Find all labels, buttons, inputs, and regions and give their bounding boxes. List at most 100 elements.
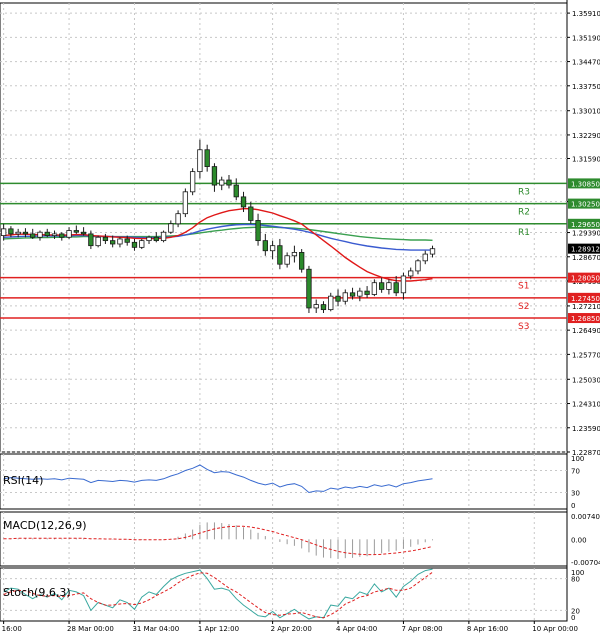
time-tick-label: 8 Apr 16:00	[467, 625, 508, 633]
candle-body	[15, 231, 21, 235]
candle-body	[44, 231, 50, 236]
candle-body	[415, 260, 421, 272]
candle-body	[364, 290, 370, 295]
level-price-label: 1.29650	[571, 221, 600, 229]
price-tick-label: 1.25030	[572, 376, 600, 384]
candle-body	[306, 268, 312, 309]
candle-body	[30, 233, 36, 238]
time-tick-label: 2 Apr 20:00	[271, 625, 312, 633]
macd-tick-label: -0.007045	[571, 559, 600, 567]
price-tick-label: 1.34470	[572, 59, 600, 67]
stoch-panel-frame	[0, 567, 568, 622]
level-price-label: 1.28050	[571, 275, 600, 283]
candle-body	[189, 171, 196, 193]
candle-body	[240, 196, 247, 208]
candle-body	[219, 179, 225, 186]
price-tick-label: 1.26490	[572, 327, 600, 335]
candle-body	[284, 255, 290, 265]
rsi-panel-frame	[0, 453, 568, 510]
candle-body	[342, 292, 348, 302]
candle-body	[22, 231, 29, 235]
rsi-tick-label: 70	[571, 468, 580, 476]
candle-body	[371, 282, 378, 295]
candle-body	[335, 295, 341, 302]
candle-body	[269, 245, 276, 252]
candle-body	[313, 304, 319, 309]
price-tick-label: 1.32290	[572, 132, 600, 140]
time-tick-label: 7 Apr 08:00	[401, 625, 442, 633]
candle-body	[291, 252, 298, 257]
level-name-s1: S1	[518, 282, 529, 292]
candle-body	[0, 228, 7, 236]
price-tick-label: 1.35910	[572, 10, 600, 18]
candle-body	[139, 240, 145, 248]
candle-body	[168, 223, 174, 233]
candle-body	[182, 191, 189, 215]
price-tick-label: 1.33010	[572, 108, 600, 116]
candle-body	[8, 228, 14, 235]
candle-body	[110, 240, 116, 245]
candle-body	[211, 166, 218, 186]
price-tick-label: 1.31590	[572, 156, 600, 164]
level-name-r1: R1	[518, 228, 530, 238]
rsi-tick-label: 100	[571, 455, 584, 463]
candle-body	[51, 233, 58, 236]
candle-body	[378, 282, 385, 290]
candle-body	[422, 253, 428, 262]
candle-body	[262, 240, 268, 252]
candle-body	[175, 213, 181, 225]
level-name-s2: S2	[518, 302, 529, 312]
time-tick-label: 10 Apr 00:00	[532, 625, 578, 633]
level-price-label: 1.27450	[571, 295, 600, 303]
price-tick-label: 1.27210	[572, 303, 600, 311]
price-tick-label: 1.28670	[572, 254, 600, 262]
candle-body	[88, 233, 94, 247]
candle-body	[349, 292, 356, 297]
candle-body	[95, 236, 101, 247]
candle-body	[117, 238, 123, 245]
level-name-s3: S3	[518, 322, 529, 332]
candle-body	[408, 270, 414, 277]
candle-body	[37, 231, 43, 238]
candle-body	[255, 220, 261, 242]
price-tick-label: 1.24310	[572, 401, 600, 409]
candle-body	[299, 252, 305, 270]
candle-body	[248, 206, 254, 221]
candle-body	[197, 149, 203, 173]
level-name-r2: R2	[518, 208, 530, 218]
candle-body	[393, 282, 399, 294]
time-tick-label: 16:00	[2, 625, 22, 633]
candle-body	[80, 231, 87, 235]
candle-body	[204, 149, 210, 167]
macd-tick-label: 0.007403	[571, 513, 600, 521]
rsi-tick-label: 0	[571, 502, 575, 510]
level-name-r3: R3	[518, 187, 530, 197]
candle-body	[320, 304, 327, 311]
candle-body	[160, 231, 167, 242]
time-tick-label: 28 Mar 00:00	[67, 625, 114, 633]
time-tick-label: 4 Apr 04:00	[336, 625, 377, 633]
macd-tick-label: 0.00	[571, 536, 587, 544]
candle-body	[386, 282, 392, 290]
price-tick-label: 1.35190	[572, 34, 600, 42]
time-tick-label: 31 Mar 04:00	[132, 625, 179, 633]
candle-body	[328, 295, 334, 311]
stoch-title: Stoch(9,6,3)	[3, 586, 71, 599]
candle-body	[429, 248, 436, 255]
rsi-tick-label: 30	[571, 490, 580, 498]
candle-body	[400, 275, 407, 294]
candle-body	[226, 179, 232, 186]
stoch-tick-label: 80	[571, 576, 580, 584]
candle-body	[277, 245, 283, 265]
chart-canvas: 1.35910 1.35190 1.34470 1.33750 1.33010 1.322…	[0, 0, 600, 633]
price-tick-label: 1.25770	[572, 351, 600, 359]
candle-body	[66, 230, 72, 238]
level-price-label: 1.30850	[571, 180, 600, 188]
candle-body	[233, 184, 239, 198]
candle-body	[146, 236, 152, 242]
time-tick-label: 1 Apr 12:00	[198, 625, 239, 633]
price-tick-label: 1.23590	[572, 425, 600, 433]
price-tick-label: 1.33750	[572, 83, 600, 91]
current-price-label: 1.28912	[571, 246, 600, 254]
macd-title: MACD(12,26,9)	[3, 519, 87, 532]
